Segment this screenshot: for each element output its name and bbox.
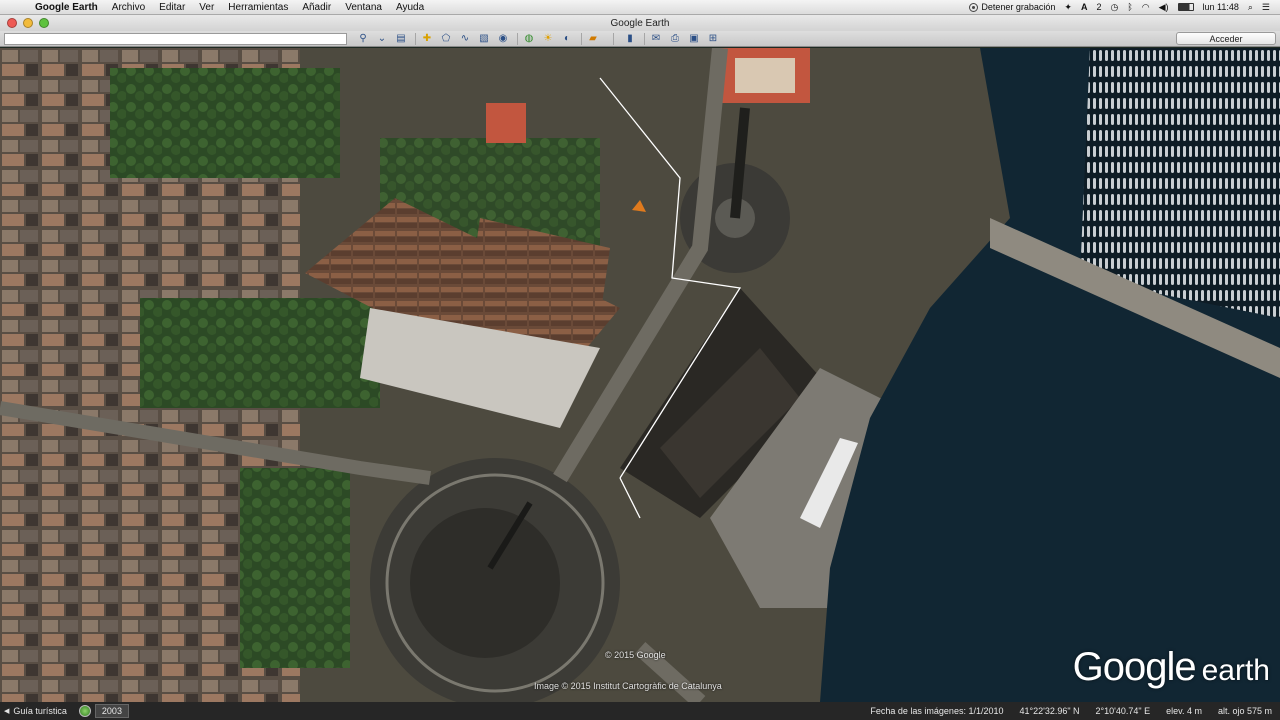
logo-google-text: Google	[1072, 645, 1197, 689]
status-menu-extras: Detener grabación ✦ A 2 ◷ ᛒ ◠ ◀) lun 11:…	[969, 2, 1280, 13]
stop-recording-item[interactable]: Detener grabación	[969, 2, 1055, 12]
menu-clock[interactable]: lun 11:48	[1203, 2, 1239, 12]
logo-earth-text: earth	[1201, 654, 1270, 687]
timemachine-icon[interactable]: ◷	[1110, 2, 1118, 13]
imagery-date: Fecha de las imágenes: 1/1/2010	[870, 706, 1004, 716]
tour-guide-label: Guía turística	[13, 706, 67, 716]
google-earth-logo: Google earth	[1073, 645, 1270, 690]
add-polygon-icon[interactable]: ⬠	[438, 32, 454, 45]
volume-icon[interactable]: ◀)	[1159, 2, 1169, 13]
sidebar-toggle-icon[interactable]: ▤	[393, 32, 409, 45]
historical-year: 2003	[94, 704, 129, 718]
google-earth-window: Google Earth Archivo Editar Ver Herramie…	[0, 0, 1280, 720]
menu-app-name[interactable]: Google Earth	[28, 2, 105, 13]
ruler-icon[interactable]: ▰	[585, 32, 601, 45]
historical-imagery-icon[interactable]: ◍	[521, 32, 537, 45]
system-menu-bar: Google Earth Archivo Editar Ver Herramie…	[0, 0, 1280, 15]
list-menu-icon[interactable]: ☰	[1262, 2, 1270, 13]
view-in-maps-icon[interactable]: ⊞	[705, 32, 721, 45]
latitude-readout: 41°22'32.96" N	[1019, 706, 1080, 716]
window-title: Google Earth	[610, 17, 670, 29]
map-viewport[interactable]: © 2015 Google Image © 2015 Institut Cart…	[0, 48, 1280, 702]
adobe-icon[interactable]: A	[1081, 2, 1088, 12]
expand-arrow-icon: ◀	[4, 708, 10, 715]
toolbar-separator	[415, 32, 416, 45]
search-input[interactable]	[4, 32, 347, 45]
eye-altitude-readout: alt. ojo 575 m	[1217, 706, 1272, 716]
drop-pin-icon[interactable]: ⌄	[374, 32, 390, 45]
historical-year-control[interactable]: 2003	[78, 704, 129, 718]
add-placemark-icon[interactable]: ✚	[419, 32, 435, 45]
window-title-bar: Google Earth	[0, 15, 1280, 31]
menu-editar[interactable]: Editar	[152, 2, 192, 13]
save-image-icon[interactable]: ▣	[686, 32, 702, 45]
menu-herramientas[interactable]: Herramientas	[221, 2, 295, 13]
record-icon	[969, 2, 979, 12]
add-path-icon[interactable]: ∿	[457, 32, 473, 45]
menu-ver[interactable]: Ver	[192, 2, 221, 13]
status-readouts: Fecha de las imágenes: 1/1/2010 41°22'32…	[870, 706, 1280, 716]
menu-ayuda[interactable]: Ayuda	[389, 2, 431, 13]
toolbar-separator	[581, 32, 582, 45]
email-icon[interactable]: ✉	[648, 32, 664, 45]
sunlight-icon[interactable]: ☀	[540, 32, 556, 45]
satellite-imagery	[0, 48, 1280, 702]
historical-clock-icon	[78, 705, 91, 717]
battery-icon[interactable]	[1177, 3, 1194, 11]
print-icon[interactable]: ⎙	[667, 32, 683, 45]
toolbar-separator	[644, 32, 645, 45]
map-copyright-google: © 2015 Google	[605, 650, 666, 660]
dropbox-icon[interactable]: ✦	[1064, 2, 1072, 13]
toolbar-separator	[517, 32, 518, 45]
tour-guide-button[interactable]: ◀ Guía turística	[0, 706, 75, 716]
add-overlay-icon[interactable]: ▧	[476, 32, 492, 45]
search-spotlight-icon[interactable]: ⌕	[1248, 2, 1253, 13]
menu-archivo[interactable]: Archivo	[105, 2, 152, 13]
sign-in-button[interactable]: Acceder	[1176, 32, 1276, 45]
stop-recording-label: Detener grabación	[981, 2, 1056, 12]
map-copyright-imagery: Image © 2015 Institut Cartogràfic de Cat…	[534, 681, 722, 691]
elevation-readout: elev. 4 m	[1166, 706, 1202, 716]
menu-ventana[interactable]: Ventana	[338, 2, 389, 13]
main-toolbar: ⚲ ⌄ ▤ ✚ ⬠ ∿ ▧ ◉ ◍ ☀ ◐ ▰ ▮ ✉ ⎙ ▣ ⊞ Accede…	[0, 31, 1280, 47]
menu-anadir[interactable]: Añadir	[295, 2, 338, 13]
badge-count: 2	[1096, 2, 1102, 12]
toolbar-separator	[613, 32, 614, 45]
longitude-readout: 2°10'40.74" E	[1095, 706, 1151, 716]
search-icon[interactable]: ⚲	[355, 32, 371, 45]
wifi-icon[interactable]: ◠	[1142, 2, 1150, 13]
switch-planet-icon[interactable]: ◐	[559, 32, 575, 45]
status-bar: ◀ Guía turística 2003 Fecha de las imáge…	[0, 702, 1280, 720]
map-style-icon[interactable]: ▮	[622, 32, 638, 45]
record-tour-icon[interactable]: ◉	[495, 32, 511, 45]
bluetooth-icon[interactable]: ᛒ	[1127, 2, 1132, 12]
